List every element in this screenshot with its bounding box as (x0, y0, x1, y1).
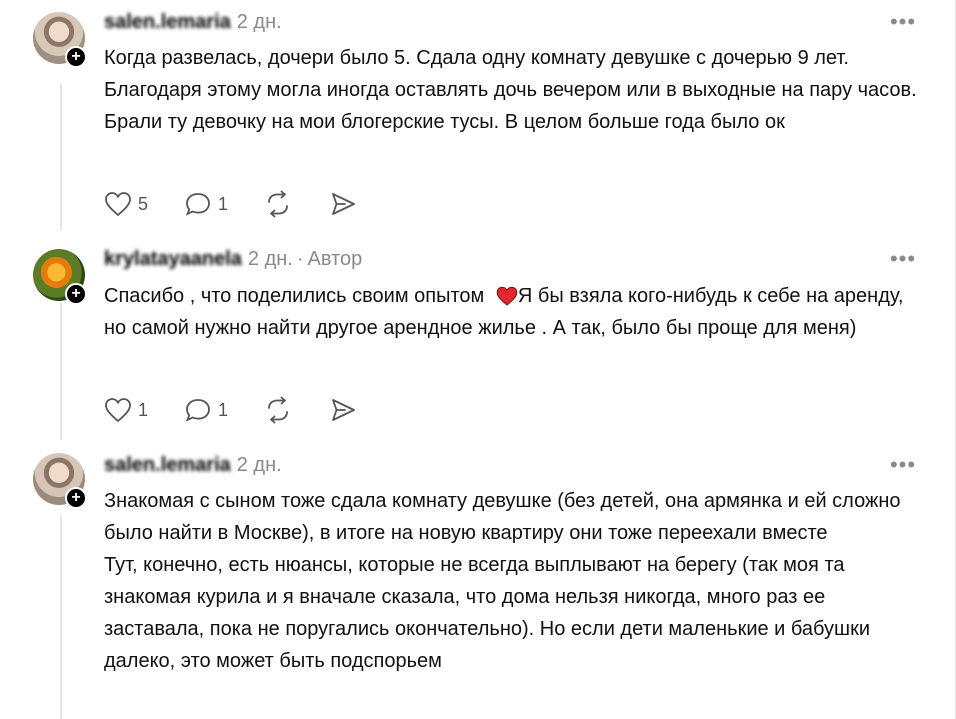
comment: + salen.lemaria 2 дн. ••• Знакомая с сыно… (0, 445, 956, 719)
repost-icon (268, 190, 288, 218)
comment-text-part: Спасибо , что поделились своим опытом (104, 285, 485, 307)
comment: + salen.lemaria 2 дн. ••• Когда развелась… (0, 0, 956, 240)
separator-dot: · (296, 248, 304, 270)
comment-icon (185, 399, 210, 422)
author-name[interactable]: salen.lemaria (104, 452, 231, 478)
more-options-icon[interactable]: ••• (888, 454, 918, 476)
author-name[interactable]: salen.lemaria (104, 9, 231, 35)
avatar[interactable]: + (33, 249, 89, 305)
avatar[interactable]: + (33, 12, 89, 68)
follow-plus-icon[interactable]: + (65, 487, 87, 509)
like-count: 5 (138, 193, 149, 214)
reply-button[interactable]: 1 (184, 395, 228, 425)
repost-icon (268, 396, 288, 424)
comment-paragraph: Знакомая с сыном тоже сдала комнату деву… (104, 490, 901, 544)
follow-plus-icon[interactable]: + (65, 283, 87, 305)
comment-text: Спасибо , что поделились своим опытом Я … (104, 280, 924, 344)
thread-line (60, 515, 62, 719)
heart-icon (105, 192, 131, 217)
repost-button[interactable] (264, 395, 292, 425)
comment-date: 2 дн. (236, 11, 282, 33)
like-button[interactable]: 1 (104, 395, 148, 425)
reply-button[interactable]: 1 (184, 189, 228, 219)
comment-icon (185, 193, 210, 216)
reply-count: 1 (218, 399, 229, 420)
comment-paragraph: Тут, конечно, есть нюансы, которые не вс… (104, 554, 870, 672)
send-icon (332, 193, 355, 215)
red-heart-emoji-icon (496, 286, 518, 306)
thread-line (60, 302, 62, 440)
author-badge: Автор (307, 248, 363, 270)
author-name[interactable]: krylatayaanela (104, 246, 242, 272)
send-icon (332, 399, 355, 421)
comment-meta: salen.lemaria 2 дн. (104, 9, 282, 35)
send-button[interactable] (329, 189, 357, 219)
reply-count: 1 (218, 193, 229, 214)
comment-meta: salen.lemaria 2 дн. (104, 452, 282, 478)
like-button[interactable]: 5 (104, 189, 148, 219)
more-options-icon[interactable]: ••• (888, 248, 918, 270)
more-options-icon[interactable]: ••• (888, 11, 918, 33)
send-button[interactable] (329, 395, 357, 425)
comments-feed: + salen.lemaria 2 дн. ••• Когда развелась… (0, 0, 956, 719)
comment-date: 2 дн. (236, 454, 282, 476)
avatar[interactable]: + (33, 453, 89, 509)
repost-button[interactable] (264, 189, 292, 219)
follow-plus-icon[interactable]: + (65, 46, 87, 68)
comment-text: Когда развелась, дочери было 5. Сдала од… (104, 47, 917, 133)
comment: + krylatayaanela 2 дн. · Автор ••• Спасибо … (0, 240, 956, 445)
comment-text: Знакомая с сыном тоже сдала комнату деву… (104, 485, 924, 677)
like-count: 1 (138, 399, 149, 420)
heart-icon (105, 398, 131, 423)
thread-line (60, 84, 62, 230)
comment-date: 2 дн. (247, 248, 293, 270)
comment-meta: krylatayaanela 2 дн. · Автор (104, 246, 362, 272)
